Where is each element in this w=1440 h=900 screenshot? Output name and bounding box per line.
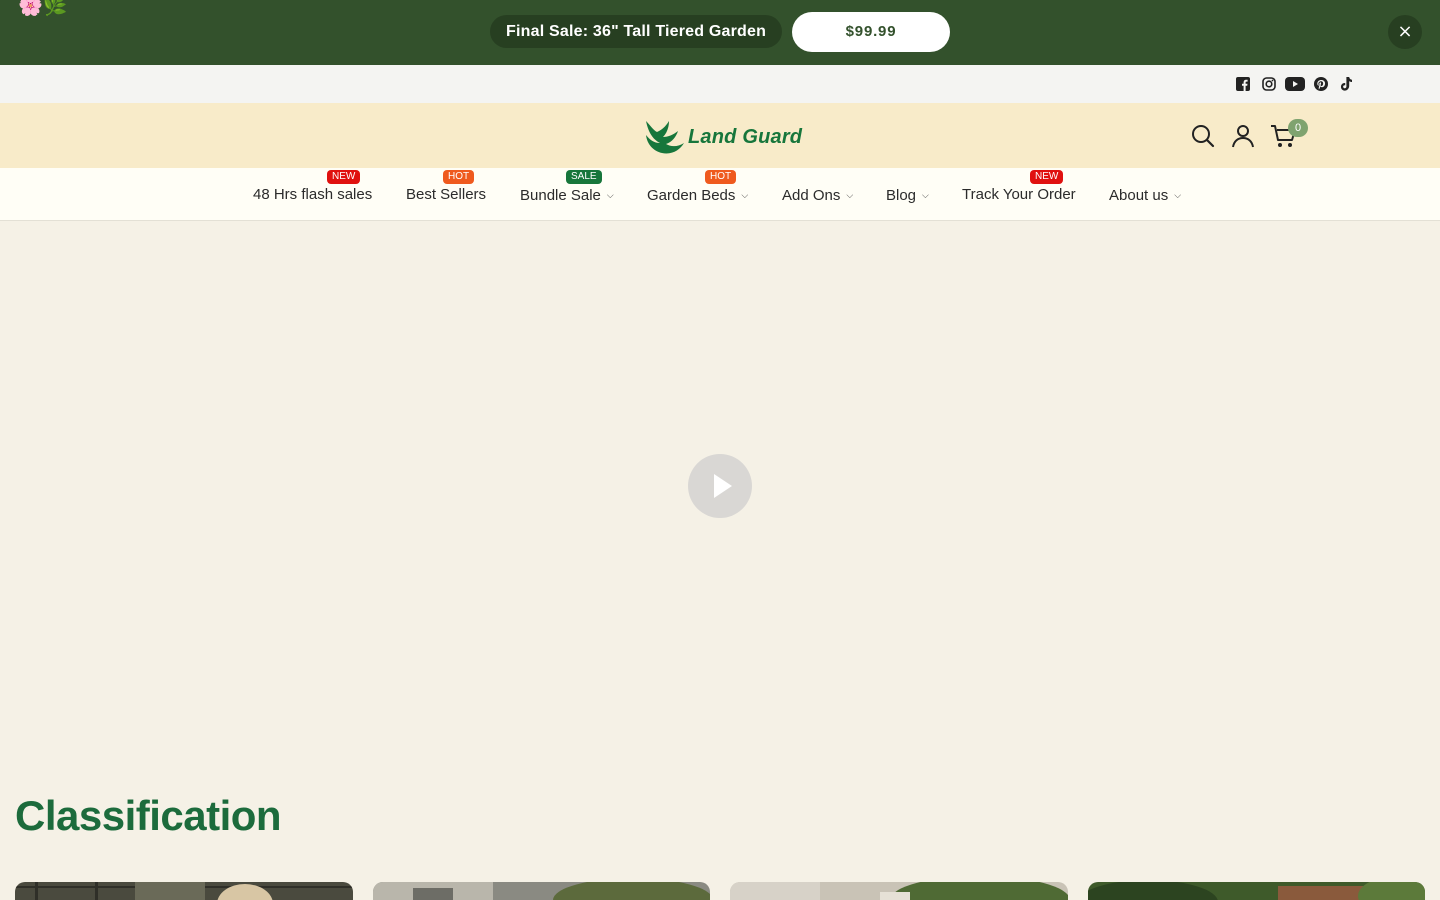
nav-item-bundle-sale[interactable]: SALE Bundle Sale ⌵	[520, 170, 614, 205]
chevron-down-icon: ⌵	[1174, 190, 1182, 200]
section-title: Classification	[15, 792, 282, 839]
category-image	[373, 882, 710, 900]
category-card[interactable]	[1088, 882, 1425, 900]
nav-badge-new: NEW	[1030, 170, 1064, 184]
nav-item-about-us[interactable]: About us ⌵	[1109, 186, 1181, 205]
nav-item-label: Bundle Sale	[520, 187, 601, 204]
main-nav: NEW 48 Hrs flash sales HOT Best Sellers …	[0, 168, 1440, 221]
logo[interactable]: Land Guard	[642, 117, 802, 157]
instagram-icon[interactable]	[1261, 75, 1277, 93]
category-card[interactable]	[15, 882, 353, 900]
close-icon[interactable]: ×	[1388, 15, 1422, 49]
promo-price-button[interactable]: $99.99	[792, 12, 950, 52]
cart-count-badge: 0	[1288, 119, 1308, 137]
leaf-logo-icon	[646, 121, 684, 154]
category-card[interactable]	[730, 882, 1068, 900]
nav-item-label: Track Your Order	[962, 186, 1076, 203]
nav-item-label: Best Sellers	[406, 186, 487, 203]
promo-title: Final Sale: 36" Tall Tiered Garden	[490, 15, 783, 48]
chevron-down-icon: ⌵	[606, 190, 614, 200]
tiktok-icon[interactable]	[1338, 75, 1354, 93]
pinterest-icon[interactable]	[1313, 75, 1329, 93]
play-icon[interactable]	[688, 454, 752, 518]
category-image	[15, 882, 353, 900]
nav-item-label: Garden Beds	[647, 187, 736, 204]
nav-badge-new: NEW	[327, 170, 361, 184]
nav-item-label: Add Ons	[782, 187, 841, 204]
account-icon[interactable]	[1230, 123, 1256, 149]
promo-bar: 🌸🌿 Final Sale: 36" Tall Tiered Garden $9…	[0, 0, 1440, 65]
search-icon[interactable]	[1190, 123, 1216, 149]
chevron-down-icon: ⌵	[846, 190, 854, 200]
nav-badge-sale: SALE	[566, 170, 602, 184]
nav-item-blog[interactable]: Blog ⌵	[886, 186, 929, 205]
nav-item-label: 48 Hrs flash sales	[253, 186, 373, 203]
nav-item-garden-beds[interactable]: HOT Garden Beds ⌵	[647, 170, 749, 205]
promo-emoji: 🌸🌿	[18, 0, 68, 17]
chevron-down-icon: ⌵	[922, 190, 929, 200]
utility-bar	[0, 65, 1440, 103]
nav-badge-hot: HOT	[705, 170, 737, 184]
site-header: Land Guard 0	[0, 103, 1440, 168]
category-image	[1088, 882, 1425, 900]
chevron-down-icon: ⌵	[741, 190, 749, 200]
nav-item-add-ons[interactable]: Add Ons ⌵	[782, 186, 853, 205]
youtube-icon[interactable]	[1284, 75, 1306, 93]
nav-item-track-order[interactable]: NEW Track Your Order	[962, 170, 1076, 204]
logo-text: Land Guard	[688, 125, 803, 148]
nav-item-best-sellers[interactable]: HOT Best Sellers	[406, 170, 487, 204]
nav-item-label: Blog	[886, 187, 917, 204]
category-card[interactable]	[373, 882, 710, 900]
nav-badge-hot: HOT	[443, 170, 475, 184]
category-image	[730, 882, 1068, 900]
hero-video[interactable]	[0, 221, 1440, 761]
nav-item-flash-sales[interactable]: NEW 48 Hrs flash sales	[253, 170, 373, 204]
facebook-icon[interactable]	[1235, 75, 1251, 93]
nav-item-label: About us	[1109, 187, 1169, 204]
